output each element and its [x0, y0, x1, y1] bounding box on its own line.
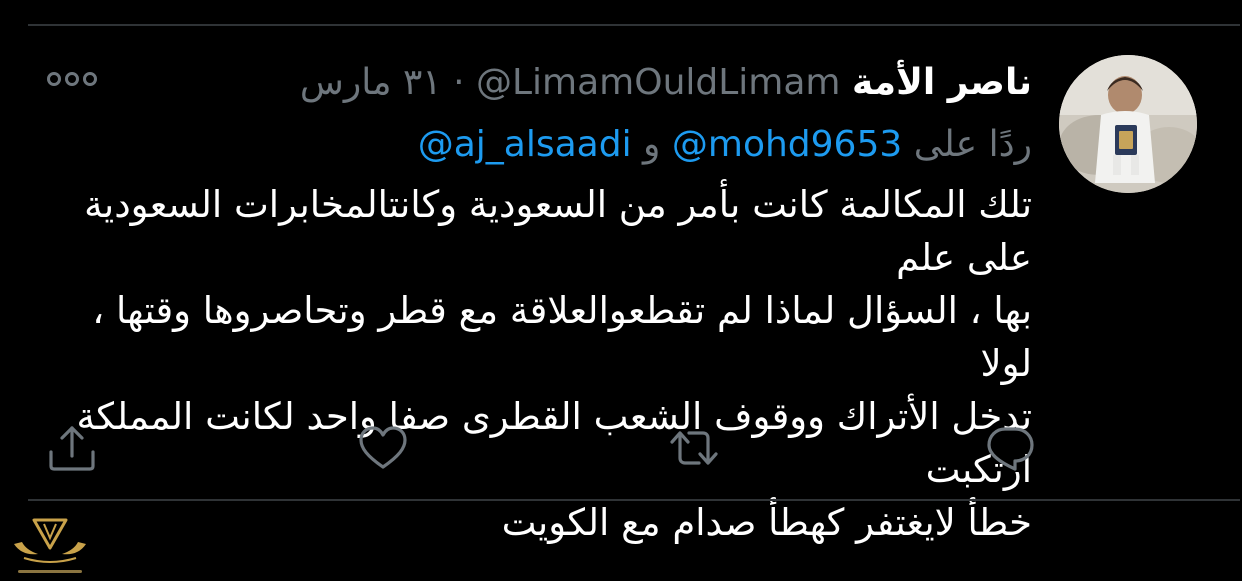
- watermark-emblem-icon: [14, 518, 86, 573]
- reply-button[interactable]: [982, 420, 1038, 476]
- share-button[interactable]: [44, 420, 100, 476]
- top-divider: [28, 24, 1240, 26]
- avatar[interactable]: [1059, 55, 1197, 193]
- reply-conjunction: و: [643, 124, 661, 165]
- tweet-page: ناصر الأمة @LimamOuldLimam · ٣١ مارس ردً…: [0, 0, 1242, 581]
- mention-aj-alsaadi[interactable]: @aj_alsaadi: [418, 124, 632, 165]
- tweet-text-line: تدخل الأتراك ووقوف الشعب القطرى صفا واحد…: [76, 395, 1032, 491]
- share-upload-icon: [49, 426, 95, 471]
- header-separator: ·: [453, 62, 465, 103]
- user-handle-text: @LimamOuldLimam: [475, 62, 841, 103]
- reply-context: ردًا على @mohd9653 و @aj_alsaadi: [418, 118, 1032, 172]
- more-options-icon[interactable]: [44, 66, 100, 92]
- watermark-logo: [8, 514, 92, 578]
- bottom-divider: [28, 499, 1240, 501]
- three-dots-icon: [47, 72, 97, 86]
- mention-mohd9653[interactable]: @mohd9653: [672, 124, 902, 165]
- speech-bubble-icon: [987, 427, 1034, 471]
- tweet-text: تلك المكالمة كانت بأمر من السعودية وكانت…: [42, 178, 1032, 549]
- reply-prefix: ردًا على: [913, 124, 1032, 165]
- heart-outline-icon: [359, 426, 407, 469]
- mention-mohd9653-text: @mohd9653: [671, 124, 903, 165]
- retweet-arrows-icon: [670, 431, 718, 465]
- tweet-text-line: بها ، السؤال لماذا لم تقطعوالعلاقة مع قط…: [92, 289, 1032, 385]
- tweet-date[interactable]: ٣١ مارس: [300, 62, 442, 103]
- display-name[interactable]: ناصر الأمة: [852, 62, 1032, 103]
- user-handle[interactable]: @LimamOuldLimam: [476, 62, 841, 103]
- tweet-header: ناصر الأمة @LimamOuldLimam · ٣١ مارس: [300, 56, 1032, 110]
- retweet-button[interactable]: [666, 420, 722, 476]
- tweet-text-line: تلك المكالمة كانت بأمر من السعودية وكانت…: [84, 183, 1032, 279]
- like-button[interactable]: [355, 420, 411, 476]
- tweet-text-line: خطأ لايغتفر كهطأ صدام مع الكويت: [501, 501, 1032, 544]
- mention-aj-alsaadi-text: @aj_alsaadi: [417, 124, 632, 165]
- avatar-image: [1059, 55, 1197, 193]
